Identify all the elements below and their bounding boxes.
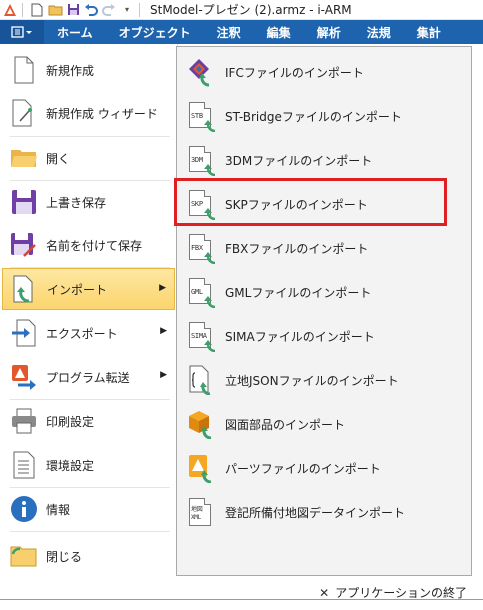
menu-export[interactable]: エクスポート ▶ <box>2 312 175 354</box>
import-item-fbx[interactable]: FBX FBXファイルのインポート <box>181 228 467 268</box>
app-logo-icon <box>2 2 18 18</box>
menu-env-settings[interactable]: 環境設定 <box>2 444 175 486</box>
import-icon <box>9 273 41 305</box>
backstage-footer: ✕ アプリケーションの終了 <box>0 576 483 610</box>
program-transfer-icon <box>8 361 40 393</box>
tab-annotation[interactable]: 注釈 <box>204 20 254 44</box>
import-item-label: SKPファイルのインポート <box>225 197 368 212</box>
3dm-icon: 3DM <box>187 145 217 176</box>
menu-close[interactable]: 閉じる <box>2 535 175 577</box>
toolbar-separator <box>139 2 140 17</box>
ifc-icon <box>187 57 217 87</box>
import-item-label: 図面部品のインポート <box>225 417 346 432</box>
menu-new-wizard[interactable]: 新規作成 ウィザード <box>2 92 175 134</box>
menu-save-label: 上書き保存 <box>46 195 107 210</box>
menu-save-as[interactable]: 名前を付けて保存 <box>2 224 175 266</box>
close-x-icon: ✕ <box>319 585 330 600</box>
new-file-icon[interactable] <box>29 2 45 18</box>
import-item-label: SIMAファイルのインポート <box>225 329 375 344</box>
file-menu-button[interactable] <box>0 20 44 44</box>
import-item-label: 登記所備付地図データインポート <box>225 505 406 520</box>
export-icon <box>8 317 40 349</box>
menu-program-transfer[interactable]: プログラム転送 ▶ <box>2 356 175 398</box>
xml-map-icon: 地図 XML <box>187 497 217 527</box>
menu-save-as-label: 名前を付けて保存 <box>46 238 143 253</box>
menu-open-label: 開く <box>46 151 71 166</box>
new-document-icon <box>8 54 40 86</box>
close-folder-icon <box>8 540 40 572</box>
redo-icon[interactable] <box>101 2 117 18</box>
tab-analysis[interactable]: 解析 <box>304 20 354 44</box>
new-wizard-icon <box>8 97 40 129</box>
quick-access-dropdown-icon[interactable]: ▾ <box>119 2 135 18</box>
menu-program-transfer-label: プログラム転送 <box>46 370 130 385</box>
file-menu-icon <box>11 26 32 38</box>
menu-info-label: 情報 <box>46 502 71 517</box>
import-item-label: GMLファイルのインポート <box>225 285 372 300</box>
import-item-label: パーツファイルのインポート <box>225 461 381 476</box>
import-item-map-xml[interactable]: 地図 XML 登記所備付地図データインポート <box>181 492 467 532</box>
import-item-label: FBXファイルのインポート <box>225 241 369 256</box>
gml-icon: GML <box>187 277 217 308</box>
json-icon <box>187 365 217 396</box>
submenu-arrow-icon: ▶ <box>160 326 167 336</box>
stb-icon: STB <box>187 101 217 132</box>
ribbon-tab-bar: ホーム オブジェクト 注釈 編集 解析 法規 集計 <box>0 20 483 44</box>
import-item-label: IFCファイルのインポート <box>225 65 364 80</box>
info-icon <box>8 493 40 525</box>
fbx-icon: FBX <box>187 233 217 264</box>
tab-regulation[interactable]: 法規 <box>354 20 404 44</box>
menu-info[interactable]: 情報 <box>2 488 175 530</box>
backstage-left-panel: 新規作成 新規作成 ウィザード 開く 上書き保存 名前を付けて保存 インポート … <box>0 44 178 599</box>
parts-box-icon <box>187 409 217 440</box>
menu-new[interactable]: 新規作成 <box>2 49 175 91</box>
save-icon[interactable] <box>65 2 81 18</box>
import-item-stb[interactable]: STB ST-Bridgeファイルのインポート <box>181 96 467 136</box>
menu-import-label: インポート <box>47 282 108 297</box>
tab-object[interactable]: オブジェクト <box>106 20 204 44</box>
menu-export-label: エクスポート <box>46 326 118 341</box>
menu-print-settings-label: 印刷設定 <box>46 414 95 429</box>
menu-new-label: 新規作成 <box>46 63 95 78</box>
tab-edit[interactable]: 編集 <box>254 20 304 44</box>
title-bar: ▾ StModel-プレゼン (2).armz - i-ARM <box>0 0 483 20</box>
import-item-parts-drawing[interactable]: 図面部品のインポート <box>181 404 467 444</box>
menu-import[interactable]: インポート ▶ <box>2 268 175 310</box>
undo-icon[interactable] <box>83 2 99 18</box>
parts-file-icon <box>187 453 217 484</box>
divider <box>10 531 170 532</box>
printer-icon <box>8 405 40 437</box>
menu-new-wizard-label: 新規作成 ウィザード <box>46 106 158 121</box>
import-item-parts-file[interactable]: パーツファイルのインポート <box>181 448 467 488</box>
settings-list-icon <box>8 449 40 481</box>
menu-save[interactable]: 上書き保存 <box>2 181 175 223</box>
menu-env-settings-label: 環境設定 <box>46 458 95 473</box>
window-title: StModel-プレゼン (2).armz - i-ARM <box>150 3 352 17</box>
menu-close-label: 閉じる <box>46 549 83 564</box>
submenu-arrow-icon: ▶ <box>160 370 167 380</box>
import-item-3dm[interactable]: 3DM 3DMファイルのインポート <box>181 140 467 180</box>
submenu-arrow-icon: ▶ <box>159 283 166 293</box>
tab-home[interactable]: ホーム <box>44 20 106 44</box>
open-folder-icon[interactable] <box>47 2 63 18</box>
tab-aggregate[interactable]: 集計 <box>404 20 454 44</box>
skp-icon: SKP <box>187 189 217 220</box>
sima-icon: SIMA <box>187 321 217 352</box>
import-item-ifc[interactable]: IFCファイルのインポート <box>181 52 467 92</box>
menu-open[interactable]: 開く <box>2 137 175 179</box>
menu-print-settings[interactable]: 印刷設定 <box>2 400 175 442</box>
import-item-label: ST-Bridgeファイルのインポート <box>225 109 402 124</box>
import-item-json[interactable]: 立地JSONファイルのインポート <box>181 360 467 400</box>
import-item-sima[interactable]: SIMA SIMAファイルのインポート <box>181 316 467 356</box>
toolbar-separator <box>22 2 23 17</box>
divider <box>0 599 483 600</box>
save-disk-icon <box>8 186 40 218</box>
import-item-skp[interactable]: SKP SKPファイルのインポート <box>181 184 467 224</box>
save-as-icon <box>8 229 40 261</box>
import-item-label: 3DMファイルのインポート <box>225 153 373 168</box>
import-item-label: 立地JSONファイルのインポート <box>225 373 399 388</box>
import-submenu-panel: IFCファイルのインポート STB ST-Bridgeファイルのインポート 3D… <box>176 46 472 576</box>
import-item-gml[interactable]: GML GMLファイルのインポート <box>181 272 467 312</box>
folder-open-icon <box>8 142 40 174</box>
